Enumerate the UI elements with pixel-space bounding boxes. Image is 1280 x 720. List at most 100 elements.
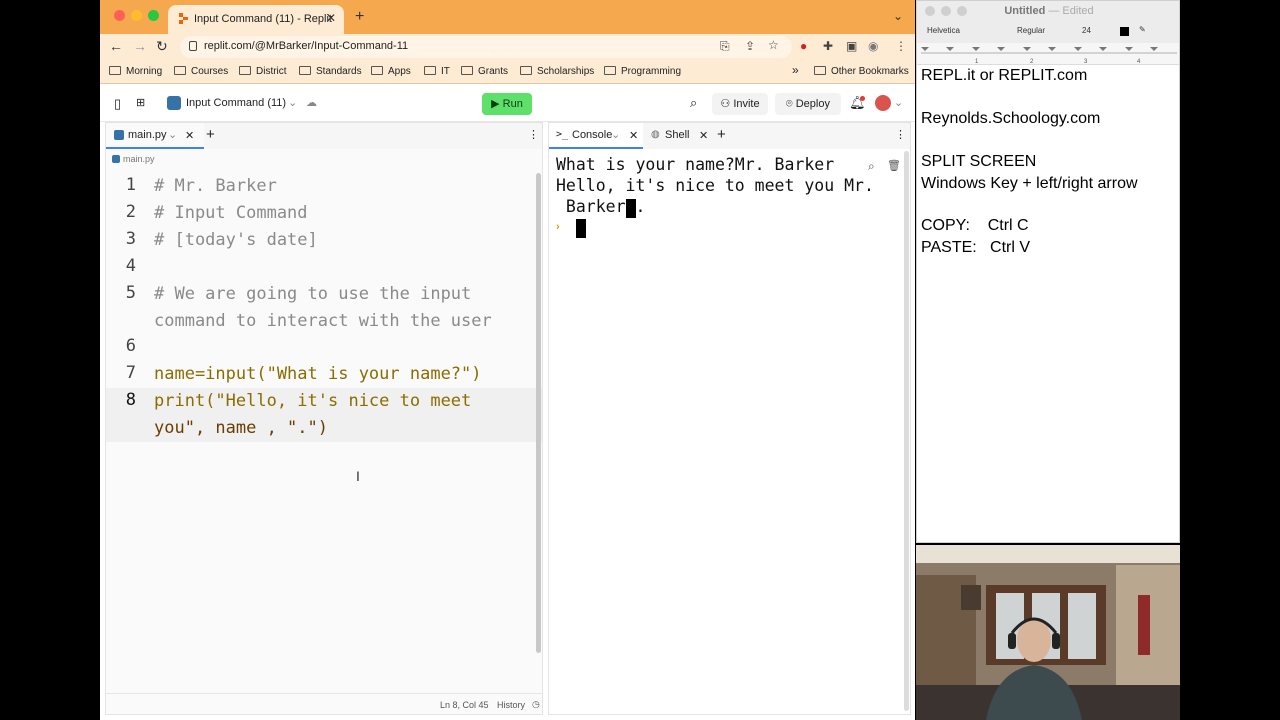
- pane-menu-icon[interactable]: ⋮: [528, 128, 539, 141]
- reload-icon[interactable]: ↻: [156, 38, 168, 55]
- clear-console-icon[interactable]: 🗑︎: [887, 159, 901, 172]
- bookmark-standards[interactable]: Standards: [299, 66, 362, 77]
- folder-icon: [520, 66, 532, 75]
- minimize-window-button[interactable]: [131, 10, 142, 21]
- bookmark-label: IT: [441, 66, 450, 77]
- share-icon[interactable]: ⇪: [745, 39, 755, 53]
- profile-avatar-icon[interactable]: ◉: [868, 39, 878, 53]
- zoom-window-button[interactable]: [148, 10, 159, 21]
- bookmark-grants[interactable]: Grants: [461, 66, 508, 77]
- new-tab-icon[interactable]: +: [717, 126, 726, 143]
- bookmark-label: District: [256, 66, 287, 77]
- code-line: # We are going to use the input: [154, 284, 472, 304]
- font-family-select[interactable]: Helvetica: [927, 26, 960, 35]
- minimize-window-button[interactable]: [941, 6, 951, 16]
- document-line: Windows Key + left/right arrow: [921, 175, 1138, 192]
- editor-scrollbar[interactable]: [536, 173, 541, 653]
- breadcrumb-file[interactable]: main.py: [123, 154, 155, 164]
- highlight-color-icon[interactable]: ✎: [1139, 25, 1146, 34]
- code-editor[interactable]: 1 # Mr. Barker 2 # Input Command 3 # [to…: [106, 173, 536, 683]
- bookmark-programming[interactable]: Programming: [604, 66, 681, 77]
- pane-menu-icon[interactable]: ⋮: [895, 128, 906, 141]
- console-output[interactable]: What is your name?Mr. Barker Hello, it's…: [549, 149, 904, 709]
- bookmark-district[interactable]: District: [239, 66, 287, 77]
- site-info-icon[interactable]: [189, 41, 197, 51]
- folder-icon: [604, 66, 616, 75]
- tab-chevron-icon[interactable]: ⌄: [168, 128, 177, 141]
- extension-icon[interactable]: ●: [800, 39, 807, 53]
- bookmark-label: Programming: [621, 66, 682, 77]
- address-bar[interactable]: replit.com/@MrBarker/Input-Command-11 ⎘ …: [180, 36, 792, 58]
- close-tab-icon[interactable]: ✕: [629, 129, 638, 142]
- tab-console[interactable]: >_ Console ⌄ ✕: [549, 123, 643, 149]
- other-bookmarks[interactable]: Other Bookmarks: [814, 66, 909, 77]
- extensions-puzzle-icon[interactable]: ✚: [823, 39, 833, 53]
- bookmark-label: Apps: [388, 66, 411, 77]
- notification-dot-icon: [860, 96, 865, 101]
- sidebar-toggle-icon[interactable]: ▯: [114, 96, 121, 112]
- forward-icon[interactable]: →: [133, 38, 147, 54]
- editor-tab-label: main.py: [128, 129, 167, 141]
- line-number: 7: [125, 363, 136, 383]
- invite-button[interactable]: ⚇ Invite: [712, 93, 768, 115]
- bookmark-it[interactable]: IT: [424, 66, 450, 77]
- bookmark-star-icon[interactable]: ☆: [768, 38, 779, 52]
- user-avatar[interactable]: [875, 95, 891, 111]
- add-user-icon: ⚇: [720, 98, 734, 110]
- code-line: # Input Command: [154, 203, 308, 223]
- console-scrollbar[interactable]: [904, 151, 909, 711]
- history-button[interactable]: History: [497, 700, 525, 710]
- ruler-ticks: 1 2 3 4: [921, 47, 1177, 65]
- more-bookmarks-icon[interactable]: »: [792, 63, 799, 77]
- tab-main-py[interactable]: main.py ⌄ ✕: [106, 123, 204, 149]
- history-clock-icon[interactable]: ◷: [532, 699, 540, 710]
- font-size-select[interactable]: 24: [1082, 26, 1091, 35]
- new-tab-icon[interactable]: +: [355, 8, 364, 26]
- font-style-select[interactable]: Regular: [1017, 26, 1045, 35]
- folder-icon: [109, 66, 121, 75]
- new-tab-icon[interactable]: +: [206, 126, 215, 143]
- invite-label: Invite: [733, 98, 760, 110]
- code-line: you", name , "."): [154, 418, 328, 438]
- textedit-document[interactable]: REPL.it or REPLIT.com Reynolds.Schoology…: [917, 65, 1179, 535]
- console-search-icon[interactable]: ⌕: [868, 159, 875, 174]
- close-tab-icon[interactable]: ✕: [699, 129, 708, 142]
- tab-shell[interactable]: ◍ Shell ✕: [647, 123, 715, 149]
- ruler: 1 2 3 4: [917, 43, 1179, 65]
- bookmark-apps[interactable]: Apps: [371, 66, 411, 77]
- tab-chevron-icon[interactable]: ⌄: [611, 128, 620, 141]
- replit-favicon-icon: [179, 13, 188, 24]
- line-number: 2: [125, 202, 136, 222]
- editor-tabs: main.py ⌄ ✕ + ⋮: [106, 123, 542, 149]
- workspace-menu-icon[interactable]: ⊞: [136, 96, 145, 109]
- run-button[interactable]: ▶ Run: [482, 93, 532, 115]
- close-window-button[interactable]: [925, 6, 935, 16]
- console-pane: >_ Console ⌄ ✕ ◍ Shell ✕ + ⋮ What is you…: [548, 122, 911, 715]
- side-panel-icon[interactable]: ▣: [846, 39, 857, 53]
- repl-name[interactable]: Input Command (11): [186, 97, 286, 109]
- search-icon[interactable]: ⌕: [690, 95, 697, 111]
- bookmark-label: Scholarships: [537, 66, 595, 77]
- close-tab-icon[interactable]: ✕: [185, 129, 194, 142]
- repl-name-chevron-icon[interactable]: ⌄: [288, 96, 297, 109]
- install-icon[interactable]: ⎘: [720, 39, 730, 54]
- bookmark-courses[interactable]: Courses: [174, 66, 228, 77]
- browser-toolbar: ← → ↻ replit.com/@MrBarker/Input-Command…: [100, 34, 915, 60]
- folder-icon: [371, 66, 383, 75]
- browser-tab[interactable]: Input Command (11) - Replit ✕: [168, 5, 344, 34]
- breadcrumb: main.py: [106, 149, 542, 171]
- tab-search-chevron-icon[interactable]: ⌄: [893, 9, 903, 23]
- webcam-scene: [916, 545, 1180, 720]
- bookmark-morning[interactable]: Morning: [109, 66, 162, 77]
- close-tab-icon[interactable]: ✕: [326, 11, 336, 25]
- bookmark-scholarships[interactable]: Scholarships: [520, 66, 594, 77]
- back-icon[interactable]: ←: [109, 38, 123, 54]
- zoom-window-button[interactable]: [957, 6, 967, 16]
- browser-menu-icon[interactable]: ⋮: [895, 39, 907, 53]
- document-line: PASTE: Ctrl V: [921, 239, 1031, 256]
- editor-status-bar: Ln 8, Col 45 History ◷: [106, 693, 542, 715]
- avatar-chevron-icon[interactable]: ⌄: [894, 96, 903, 109]
- close-window-button[interactable]: [114, 10, 125, 21]
- deploy-button[interactable]: ⌾ Deploy: [775, 93, 841, 115]
- text-color-swatch[interactable]: [1120, 27, 1129, 36]
